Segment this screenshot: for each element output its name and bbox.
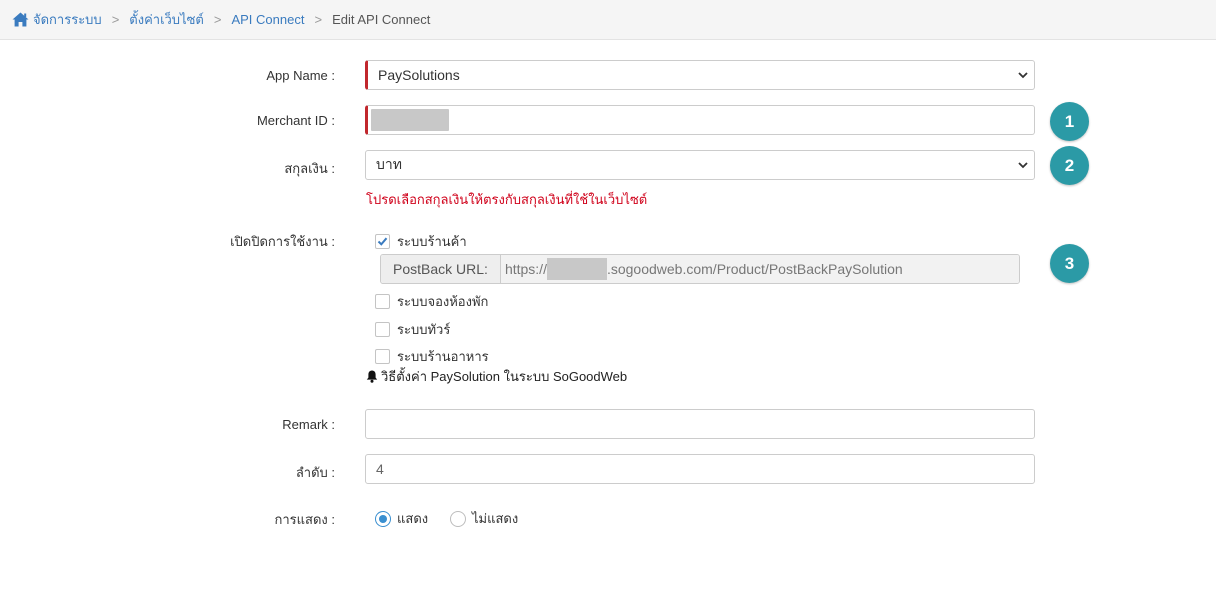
breadcrumb-settings-link[interactable]: ตั้งค่าเว็บไซต์ xyxy=(129,9,204,30)
currency-label: สกุลเงิน : xyxy=(284,161,335,176)
merchant-id-label: Merchant ID : xyxy=(256,113,335,128)
enable-label: เปิดปิดการใช้งาน : xyxy=(230,234,335,249)
app-name-value: PaySolutions xyxy=(378,67,460,83)
breadcrumb-separator: > xyxy=(314,12,323,27)
app-name-select[interactable]: PaySolutions xyxy=(365,60,1035,90)
display-hide-option[interactable]: ไม่แสดง xyxy=(450,508,518,529)
store-checkbox[interactable] xyxy=(375,234,390,249)
hotel-checkbox-label: ระบบจองห้องพัก xyxy=(397,294,489,309)
postback-url-addon: PostBack URL: xyxy=(381,255,501,283)
bell-icon xyxy=(366,370,378,383)
restaurant-checkbox[interactable] xyxy=(375,349,390,364)
currency-select[interactable]: บาท xyxy=(365,150,1035,180)
step-badge-2: 2 xyxy=(1050,146,1089,185)
option-tour[interactable]: ระบบทัวร์ xyxy=(375,319,450,340)
postback-url-field[interactable]: https:// .sogoodweb.com/Product/PostBack… xyxy=(500,255,1019,283)
breadcrumb-separator: > xyxy=(213,12,222,27)
step-badge-3: 3 xyxy=(1050,244,1089,283)
remark-label: Remark : xyxy=(282,417,335,432)
tour-checkbox-label: ระบบทัวร์ xyxy=(397,322,451,337)
setup-guide-link[interactable]: วิธีตั้งค่า PaySolution ในระบบ SoGoodWeb xyxy=(366,366,627,387)
check-icon xyxy=(377,237,388,246)
postback-url-suffix: .sogoodweb.com/Product/PostBackPaySoluti… xyxy=(606,261,903,277)
option-restaurant[interactable]: ระบบร้านอาหาร xyxy=(375,346,489,367)
chevron-down-icon xyxy=(1018,72,1028,79)
restaurant-checkbox-label: ระบบร้านอาหาร xyxy=(397,349,489,364)
chevron-down-icon xyxy=(1018,162,1028,169)
display-show-label: แสดง xyxy=(397,511,429,526)
option-store[interactable]: ระบบร้านค้า xyxy=(375,231,467,252)
postback-url-group: PostBack URL: https:// .sogoodweb.com/Pr… xyxy=(380,254,1020,284)
redacted-value-mask xyxy=(371,109,449,131)
option-hotel[interactable]: ระบบจองห้องพัก xyxy=(375,291,488,312)
remark-input[interactable] xyxy=(365,409,1035,439)
currency-hint: โปรดเลือกสกุลเงินให้ตรงกับสกุลเงินที่ใช้… xyxy=(366,192,648,207)
order-input[interactable]: 4 xyxy=(365,454,1035,484)
display-hide-label: ไม่แสดง xyxy=(472,511,519,526)
breadcrumb-separator: > xyxy=(111,12,120,27)
display-show-radio[interactable] xyxy=(375,510,391,527)
redacted-subdomain-mask xyxy=(546,258,607,280)
postback-url-prefix: https:// xyxy=(504,261,547,277)
breadcrumb-bar: จัดการระบบ > ตั้งค่าเว็บไซต์ > API Conne… xyxy=(0,0,1216,40)
app-name-label: App Name : xyxy=(266,68,335,83)
currency-value: บาท xyxy=(376,156,402,172)
breadcrumb-api-connect-link[interactable]: API Connect xyxy=(231,12,304,27)
display-show-option[interactable]: แสดง xyxy=(375,508,428,529)
setup-guide-text: วิธีตั้งค่า PaySolution ในระบบ SoGoodWeb xyxy=(381,369,628,384)
hotel-checkbox[interactable] xyxy=(375,294,390,309)
display-label: การแสดง : xyxy=(274,512,335,527)
order-value: 4 xyxy=(376,461,384,477)
breadcrumb-current: Edit API Connect xyxy=(332,12,431,27)
breadcrumb: จัดการระบบ > ตั้งค่าเว็บไซต์ > API Conne… xyxy=(12,9,430,30)
order-label: ลำดับ : xyxy=(295,465,335,480)
tour-checkbox[interactable] xyxy=(375,322,390,337)
step-badge-1: 1 xyxy=(1050,102,1089,141)
home-icon[interactable] xyxy=(12,12,29,27)
merchant-id-input[interactable] xyxy=(365,105,1035,135)
breadcrumb-home-link[interactable]: จัดการระบบ xyxy=(33,9,102,30)
display-hide-radio[interactable] xyxy=(450,510,466,527)
store-checkbox-label: ระบบร้านค้า xyxy=(397,234,467,249)
